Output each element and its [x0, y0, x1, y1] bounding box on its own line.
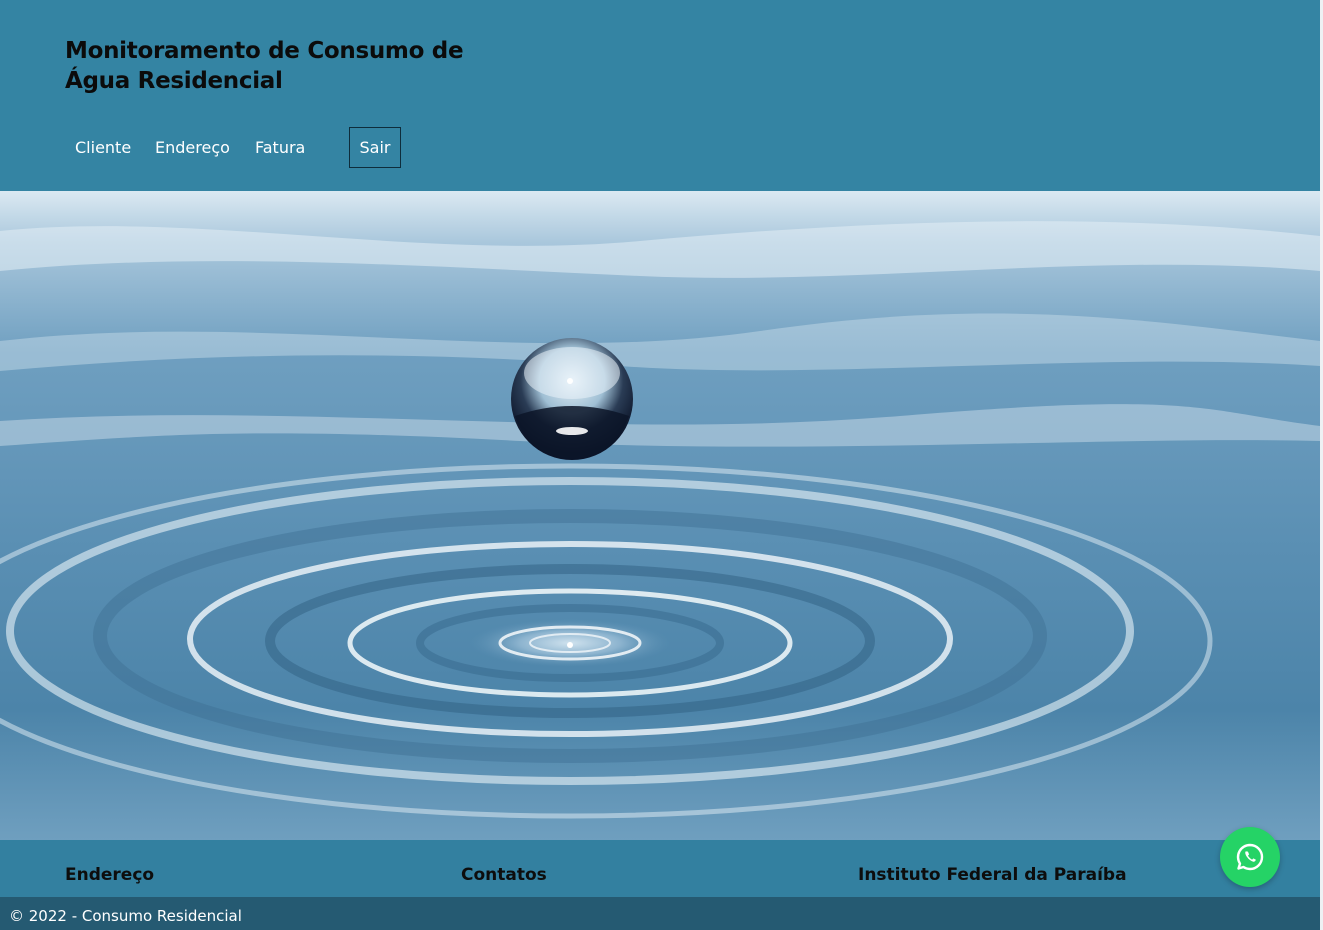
copyright-bar: © 2022 - Consumo Residencial — [0, 897, 1320, 930]
page-title-line1: Monitoramento de Consumo de — [65, 38, 464, 64]
copyright-text: © 2022 - Consumo Residencial — [9, 907, 242, 925]
page-title: Monitoramento de Consumo de Água Residen… — [65, 36, 485, 96]
nav-link-cliente[interactable]: Cliente — [75, 127, 131, 168]
page-title-line2: Água Residencial — [65, 68, 283, 94]
whatsapp-icon — [1236, 843, 1264, 871]
footer-heading-contatos: Contatos — [461, 865, 547, 885]
main-nav: Cliente Endereço Fatura Sair — [0, 127, 600, 168]
whatsapp-button[interactable] — [1220, 827, 1280, 887]
site-footer: Endereço Contatos Instituto Federal da P… — [0, 840, 1320, 897]
water-drop-image — [0, 191, 1320, 840]
hero-water-drop-image — [0, 191, 1320, 840]
nav-link-fatura[interactable]: Fatura — [255, 127, 305, 168]
nav-link-endereco[interactable]: Endereço — [155, 127, 230, 168]
footer-heading-instituto: Instituto Federal da Paraíba — [858, 865, 1127, 885]
site-header: Monitoramento de Consumo de Água Residen… — [0, 0, 1320, 191]
logout-button[interactable]: Sair — [349, 127, 401, 168]
footer-heading-endereco: Endereço — [65, 865, 155, 885]
